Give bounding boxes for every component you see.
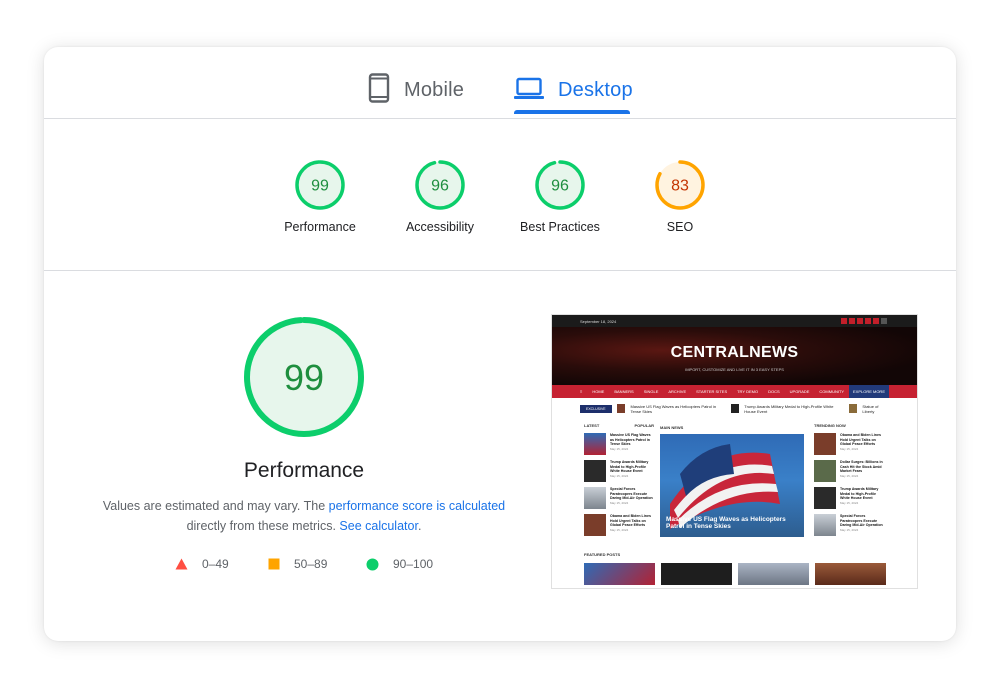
laptop-icon	[514, 76, 544, 105]
list-item: Special Forces Paratroopers Execute Dari…	[584, 487, 654, 509]
nav-item: DOCS	[768, 389, 780, 394]
gauge-label: Performance	[284, 220, 356, 234]
gauge-score: 96	[551, 178, 569, 195]
list-item: Obama and Biden Lines Hold Urgent Talks …	[584, 514, 654, 536]
nav-item: HOME	[592, 389, 605, 394]
site-header: CENTRALNEWS IMPORT, CUSTOMIZE AND LIVE I…	[552, 327, 917, 385]
legend-range: 0–49	[202, 557, 229, 571]
tab-desktop[interactable]: Desktop	[514, 64, 633, 116]
ticker-thumb	[848, 404, 858, 413]
main-news-caption: Massive US Flag Waves as Helicopters Pat…	[666, 516, 786, 530]
tab-latest: LATEST	[584, 423, 600, 428]
gauge-score: 83	[671, 178, 689, 195]
social-icons	[841, 318, 887, 324]
site-date: September 18, 2024	[580, 318, 617, 324]
tab-mobile-label: Mobile	[404, 78, 465, 101]
main-news-image: Massive US Flag Waves as Helicopters Pat…	[660, 434, 804, 537]
nav-item: COMMUNITY	[819, 389, 845, 394]
gauge-seo[interactable]: 83 SEO	[620, 159, 740, 234]
report-card: Mobile Desktop 99 Performance 96 Accessi…	[44, 47, 956, 641]
ticker-label: EXCLUSIVE	[580, 404, 612, 413]
nav-item: ARCHIVE	[668, 389, 687, 394]
gauge-score: 96	[431, 178, 449, 195]
explore-more-button: EXPLORE MORE	[849, 385, 889, 398]
legend-range: 50–89	[294, 557, 328, 571]
gauge-accessibility[interactable]: 96 Accessibility	[380, 159, 500, 234]
legend-average: 50–89	[268, 557, 327, 571]
nav-item: UPGRADE	[789, 389, 810, 394]
site-topbar: September 18, 2024	[552, 315, 917, 327]
featured-posts: FEATURED POSTS	[584, 552, 886, 585]
big-gauge-score: 99	[284, 357, 324, 398]
list-item: Dollar Surges: Billions in Cash Hit the …	[814, 460, 886, 482]
list-item: Special Forces Paratroopers Execute Dari…	[814, 514, 886, 536]
nav-item: SINGLE	[643, 389, 659, 394]
legend-pass: 90–100	[366, 557, 433, 571]
ticker-thumb	[730, 404, 740, 413]
gauge-label: SEO	[666, 220, 694, 234]
see-calculator-link[interactable]: See calculator	[339, 519, 418, 533]
tab-popular: POPULAR	[634, 423, 654, 428]
ticker-item: Trump Awards Military Medal to High-Prof…	[744, 403, 834, 414]
menu-icon: ≡	[580, 389, 583, 394]
legend-fail: 0–49	[175, 557, 229, 571]
desc-text: directly from these metrics.	[186, 518, 340, 533]
score-calculated-link[interactable]: performance score is calculated	[329, 499, 505, 513]
site-tagline: IMPORT, CUSTOMIZE AND LIVE IT IN 3 EASY …	[685, 367, 784, 372]
gauge-best-practices[interactable]: 96 Best Practices	[500, 159, 620, 234]
featured-heading: FEATURED POSTS	[584, 552, 621, 557]
device-tab-bar: Mobile Desktop	[44, 47, 956, 119]
list-item: Obama and Biden Lines Hold Urgent Talks …	[814, 433, 886, 455]
gauge-score: 99	[311, 178, 329, 195]
final-screenshot[interactable]: September 18, 2024 CENTRALNEWS IMPORT, C…	[551, 314, 918, 589]
nav-item: TRY DEMO	[737, 389, 759, 394]
gauge-label: Best Practices	[520, 220, 600, 234]
main-news-heading: MAIN NEWS	[660, 425, 684, 430]
performance-title: Performance	[243, 459, 365, 482]
performance-gauge-large: 99	[242, 315, 366, 444]
main-news: MAIN NEWS Massive US Flag Waves as Helic…	[660, 425, 806, 537]
performance-description: Values are estimated and may vary. The p…	[94, 497, 514, 536]
tab-mobile[interactable]: Mobile	[368, 64, 464, 116]
site-nav: ≡ HOME BANNERS SINGLE ARCHIVE STARTER SI…	[552, 385, 917, 398]
desc-text: .	[417, 518, 422, 533]
list-item: Trump Awards Military Medal to High-Prof…	[584, 460, 654, 482]
ticker-item: Massive US Flag Waves as Helicopters Pat…	[630, 403, 717, 414]
list-item: Massive US Flag Waves as Helicopters Pat…	[584, 433, 654, 455]
circle-icon	[366, 558, 379, 570]
site-ticker: EXCLUSIVE Massive US Flag Waves as Helic…	[580, 403, 888, 414]
active-tab-indicator	[514, 110, 630, 114]
desc-text: Values are estimated and may vary. The	[102, 499, 329, 513]
square-icon	[268, 558, 280, 570]
triangle-icon	[175, 558, 188, 570]
nav-item: BANNERS	[614, 389, 634, 394]
site-logo: CENTRALNEWS	[670, 344, 799, 361]
trending-heading: TRENDING NOW	[814, 423, 846, 428]
ticker-item: Statue of Liberty	[862, 403, 879, 414]
tab-desktop-label: Desktop	[558, 78, 633, 101]
category-scores: 99 Performance 96 Accessibility 96 Best …	[44, 119, 956, 271]
smartphone-icon	[368, 72, 390, 108]
gauge-performance[interactable]: 99 Performance	[260, 159, 380, 234]
list-item: Trump Awards Military Medal to High-Prof…	[814, 487, 886, 509]
latest-column: LATEST POPULAR Massive US Flag Waves as …	[584, 423, 654, 541]
legend-range: 90–100	[393, 557, 434, 571]
gauge-label: Accessibility	[405, 220, 475, 234]
latest-tabs: LATEST POPULAR	[584, 423, 654, 428]
featured-row	[584, 563, 886, 585]
ticker-thumb	[616, 404, 626, 413]
nav-item: STARTER SITES	[696, 389, 728, 394]
trending-column: TRENDING NOW Obama and Biden Lines Hold …	[814, 423, 886, 541]
